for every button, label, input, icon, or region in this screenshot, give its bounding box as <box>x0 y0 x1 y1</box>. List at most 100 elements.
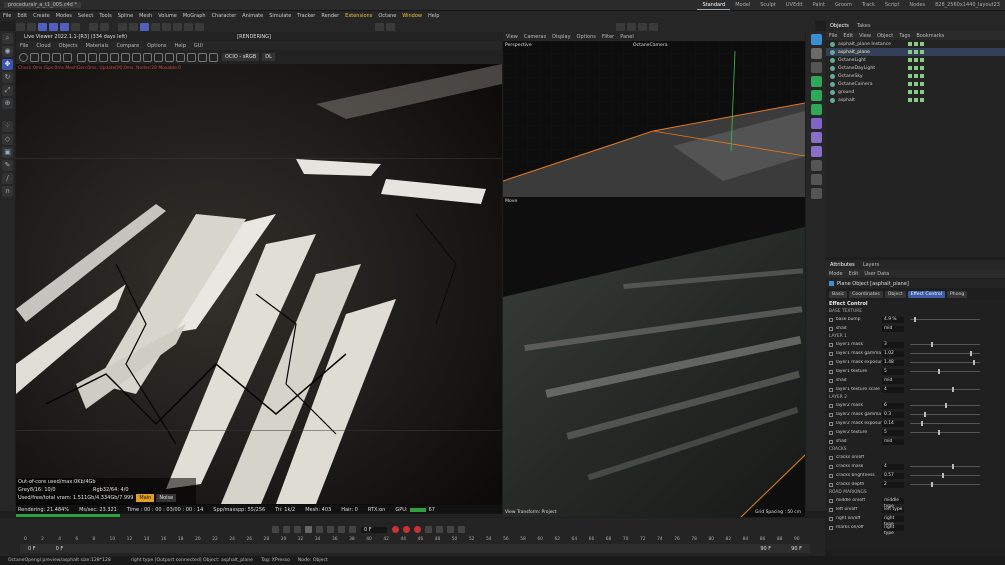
tag-icon[interactable] <box>920 50 924 54</box>
range-start[interactable]: 0 F <box>28 546 36 552</box>
live-viewer-render[interactable]: Check:0ms./Sps:0ms.MeshGen:0ms. Update[M… <box>16 64 502 505</box>
attr-button-basic[interactable]: Basic <box>829 290 848 298</box>
tag-icon[interactable] <box>908 82 912 86</box>
pick-focus-icon[interactable] <box>110 52 119 62</box>
deformer-icon[interactable] <box>810 118 822 129</box>
param-slider[interactable] <box>910 430 980 435</box>
viewport-menu-cameras[interactable]: Cameras <box>521 34 549 40</box>
file-tab[interactable]: proceduralr_a_t1_005.c4d * <box>4 2 81 8</box>
param-value-field[interactable]: 1.02 <box>882 350 904 357</box>
live-viewer-menu-options[interactable]: Options <box>143 43 170 49</box>
menu-tools[interactable]: Tools <box>96 13 114 19</box>
menu-window[interactable]: Window <box>399 13 425 19</box>
param-slider[interactable] <box>910 360 980 365</box>
go-to-end-icon[interactable] <box>338 526 345 533</box>
restart-icon[interactable] <box>41 52 50 62</box>
key-position-icon[interactable] <box>425 526 432 533</box>
tag-icon[interactable] <box>914 98 918 102</box>
param-value-field[interactable]: 5 <box>882 429 904 436</box>
param-checkbox[interactable] <box>829 473 833 478</box>
pen-icon[interactable] <box>129 22 138 31</box>
param-checkbox[interactable] <box>829 317 833 322</box>
main-badge[interactable]: Main <box>136 494 155 502</box>
objects-menu-view[interactable]: View <box>856 33 874 39</box>
menu-help[interactable]: Help <box>425 13 442 19</box>
viewport-menu-panel[interactable]: Panel <box>617 34 637 40</box>
param-checkbox[interactable] <box>829 421 833 426</box>
timeline-range[interactable]: 0 F 0 F 90 F 90 F <box>20 544 810 553</box>
tag-icon[interactable] <box>920 98 924 102</box>
param-slider-handle[interactable] <box>913 317 916 322</box>
floor-icon[interactable] <box>173 22 182 31</box>
menu-simulate[interactable]: Simulate <box>266 13 294 19</box>
points-mode-icon[interactable]: ⁘ <box>2 121 13 132</box>
param-value-field[interactable]: 0.57 <box>882 472 904 479</box>
cube-icon[interactable] <box>810 34 822 45</box>
menu-spline[interactable]: Spline <box>115 13 136 19</box>
zoom-icon[interactable]: ⌕ <box>2 33 13 44</box>
spline-pen-icon[interactable] <box>810 48 822 59</box>
tag-icon[interactable] <box>908 50 912 54</box>
param-checkbox[interactable] <box>829 360 833 365</box>
param-value-field[interactable]: 4 <box>882 463 904 470</box>
param-checkbox[interactable] <box>829 342 833 347</box>
polygons-mode-icon[interactable]: ▣ <box>2 147 13 158</box>
menu-modes[interactable]: Modes <box>53 13 75 19</box>
workplane-icon[interactable] <box>627 22 636 31</box>
param-checkbox[interactable] <box>829 455 833 460</box>
brush-icon[interactable]: ✎ <box>2 160 13 171</box>
attributes-menu-user-data[interactable]: User Data <box>861 271 892 277</box>
key-selection-icon[interactable] <box>414 526 421 533</box>
object-row[interactable]: ground <box>826 88 1005 96</box>
range-start-2[interactable]: 0 F <box>56 546 64 552</box>
tag-icon[interactable] <box>908 98 912 102</box>
param-value-field[interactable]: 0.14 <box>882 420 904 427</box>
play-icon[interactable] <box>305 526 312 533</box>
attributes-tab-layers[interactable]: Layers <box>859 262 884 268</box>
tag-icon[interactable] <box>914 58 918 62</box>
viewport-menu-filter[interactable]: Filter <box>599 34 617 40</box>
menu-tracker[interactable]: Tracker <box>294 13 318 19</box>
param-slider[interactable] <box>910 473 980 478</box>
menu-octane[interactable]: Octane <box>375 13 399 19</box>
param-slider[interactable] <box>910 421 980 426</box>
attributes-tab-attributes[interactable]: Attributes <box>826 262 859 268</box>
param-slider-handle[interactable] <box>931 482 933 487</box>
pause-icon[interactable] <box>52 52 61 62</box>
attributes-menu-edit[interactable]: Edit <box>846 271 862 277</box>
text-icon[interactable] <box>810 62 822 73</box>
param-slider-handle[interactable] <box>969 351 972 356</box>
tag-icon[interactable] <box>920 58 924 62</box>
param-checkbox[interactable] <box>829 387 833 392</box>
move-icon[interactable]: ✥ <box>2 59 13 70</box>
tag-icon[interactable] <box>914 90 918 94</box>
next-frame-icon[interactable] <box>316 526 323 533</box>
tag-icon[interactable] <box>920 90 924 94</box>
objects-menu-bookmarks[interactable]: Bookmarks <box>913 33 947 39</box>
object-name[interactable]: OctaneDayLight <box>838 66 875 71</box>
param-slider-handle[interactable] <box>924 412 926 417</box>
cube-icon[interactable] <box>118 22 127 31</box>
object-name[interactable]: OctaneCamera <box>838 82 873 87</box>
range-end[interactable]: 90 F <box>760 546 771 552</box>
move-viewport[interactable]: Move View Transform: Project Grid Spacin… <box>503 197 805 517</box>
menu-mograph[interactable]: MoGraph <box>180 13 209 19</box>
transform-icon[interactable]: ⊕ <box>2 98 13 109</box>
live-viewer-menu-file[interactable]: File <box>16 43 32 49</box>
objects-menu-object[interactable]: Object <box>874 33 896 39</box>
attr-button-object[interactable]: Object <box>884 290 906 298</box>
layout-tab-828-2560x1440-layout23[interactable]: 828_2560x1440_layout23 <box>930 1 1005 9</box>
param-slider-handle[interactable] <box>920 421 923 426</box>
param-value-field[interactable]: mid <box>882 377 904 384</box>
live-selection-icon[interactable]: ◉ <box>2 46 13 57</box>
param-slider-handle[interactable] <box>938 369 940 374</box>
tag-icon[interactable] <box>914 66 918 70</box>
live-viewer-menu-materials[interactable]: Materials <box>82 43 113 49</box>
objects-tab-takes[interactable]: Takes <box>853 23 875 29</box>
gear-icon[interactable] <box>19 52 28 62</box>
param-checkbox[interactable] <box>829 430 833 435</box>
param-slider[interactable] <box>910 369 980 374</box>
param-slider[interactable] <box>910 464 980 469</box>
tag-icon[interactable] <box>920 82 924 86</box>
param-checkbox[interactable] <box>829 369 833 374</box>
